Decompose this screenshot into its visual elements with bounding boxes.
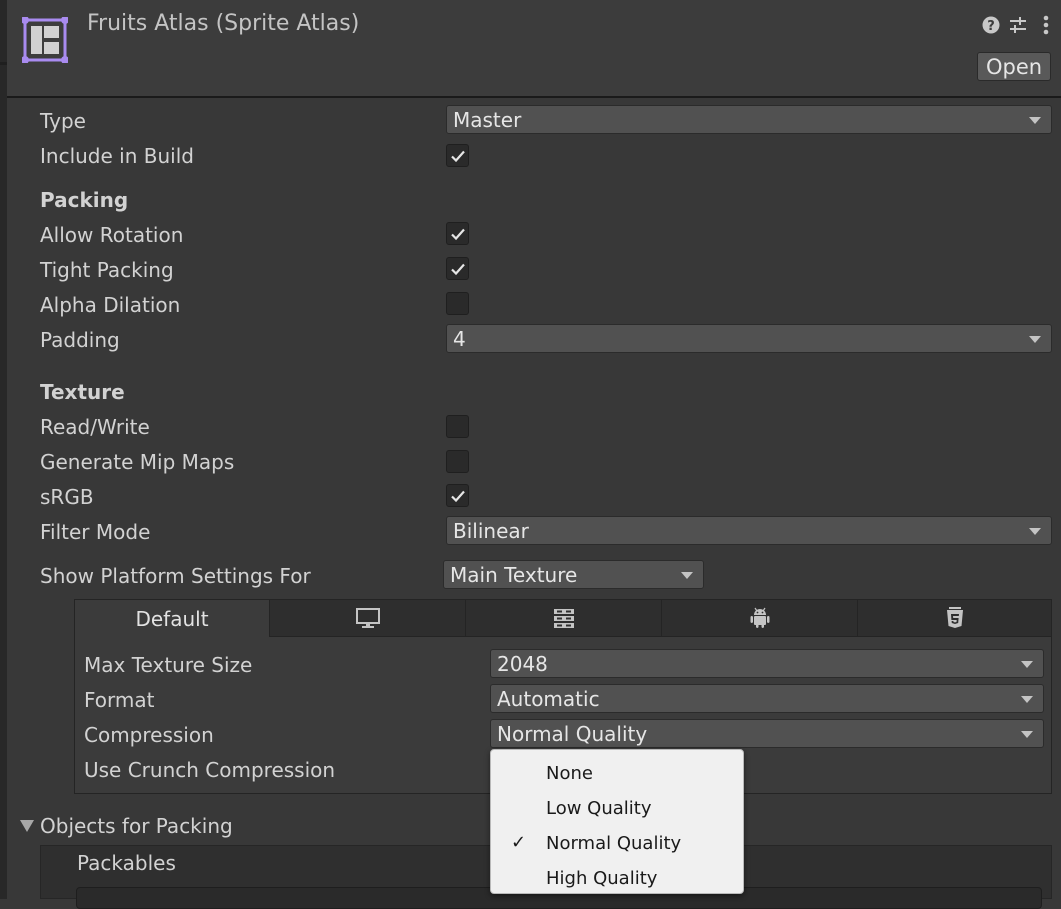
format-value: Automatic: [497, 686, 600, 711]
type-value: Master: [453, 107, 522, 132]
show-platform-settings-label: Show Platform Settings For: [40, 564, 311, 588]
read-write-checkbox[interactable]: [446, 415, 469, 438]
max-texture-size-label: Max Texture Size: [84, 653, 253, 677]
chevron-down-icon: [681, 571, 693, 579]
texture-heading: Texture: [40, 380, 125, 404]
more-vert-icon[interactable]: [1035, 14, 1057, 36]
checkmark-icon: [450, 263, 465, 275]
monitor-icon: [355, 608, 380, 628]
chevron-down-icon: [1021, 730, 1033, 738]
checkmark-icon: ✓: [511, 832, 527, 853]
asset-title: Fruits Atlas (Sprite Atlas): [87, 11, 360, 36]
compression-dropdown[interactable]: Normal Quality: [490, 719, 1044, 748]
type-dropdown[interactable]: Master: [446, 105, 1052, 134]
tab-server[interactable]: [466, 600, 662, 636]
tab-android[interactable]: [662, 600, 858, 636]
sprite-atlas-icon: [22, 17, 68, 63]
tight-packing-label: Tight Packing: [40, 258, 174, 282]
filter-mode-value: Bilinear: [453, 518, 529, 543]
popup-option-high-quality[interactable]: High Quality: [491, 860, 743, 895]
chevron-down-icon: [1021, 660, 1033, 668]
tab-default-label: Default: [135, 606, 209, 631]
svg-text:?: ?: [987, 19, 995, 34]
platform-settings-value: Main Texture: [450, 562, 578, 587]
padding-value: 4: [453, 326, 466, 351]
tight-packing-checkbox[interactable]: [446, 257, 469, 280]
include-in-build-label: Include in Build: [40, 144, 194, 168]
open-button[interactable]: Open: [977, 52, 1051, 81]
max-texture-size-value: 2048: [497, 651, 548, 676]
checkmark-icon: [450, 490, 465, 502]
max-texture-size-dropdown[interactable]: 2048: [490, 649, 1044, 678]
popup-option-low-quality[interactable]: Low Quality: [491, 790, 743, 825]
checkmark-icon: [450, 150, 465, 162]
generate-mip-maps-label: Generate Mip Maps: [40, 450, 235, 474]
generate-mip-maps-checkbox[interactable]: [446, 450, 469, 473]
filter-mode-label: Filter Mode: [40, 520, 151, 544]
packables-label: Packables: [77, 851, 176, 875]
compression-popup-menu: None Low Quality ✓ Normal Quality High Q…: [490, 749, 744, 894]
padding-dropdown[interactable]: 4: [446, 324, 1052, 353]
left-edge-strip: [0, 0, 7, 899]
checkmark-icon: [450, 228, 465, 240]
include-in-build-checkbox[interactable]: [446, 144, 469, 167]
srgb-label: sRGB: [40, 485, 94, 509]
allow-rotation-label: Allow Rotation: [40, 223, 184, 247]
format-label: Format: [84, 688, 155, 712]
alpha-dilation-label: Alpha Dilation: [40, 293, 181, 317]
platform-settings-dropdown[interactable]: Main Texture: [443, 560, 704, 589]
objects-for-packing-foldout[interactable]: Objects for Packing: [40, 814, 233, 838]
compression-label: Compression: [84, 723, 214, 747]
padding-label: Padding: [40, 328, 120, 352]
popup-option-normal-quality[interactable]: ✓ Normal Quality: [491, 825, 743, 860]
packing-heading: Packing: [40, 188, 129, 212]
tab-standalone[interactable]: [270, 600, 466, 636]
use-crunch-compression-label: Use Crunch Compression: [84, 758, 336, 782]
chevron-down-icon: [1021, 695, 1033, 703]
compression-value: Normal Quality: [497, 721, 648, 746]
filter-mode-dropdown[interactable]: Bilinear: [446, 516, 1052, 545]
popup-option-none[interactable]: None: [491, 755, 743, 790]
chevron-down-icon: [1029, 335, 1041, 343]
allow-rotation-checkbox[interactable]: [446, 222, 469, 245]
srgb-checkbox[interactable]: [446, 484, 469, 507]
tab-webgl[interactable]: [858, 600, 1051, 636]
server-icon: [553, 609, 574, 628]
header-divider: [7, 96, 1061, 98]
html5-icon: [946, 607, 963, 628]
help-icon[interactable]: ?: [980, 14, 1002, 36]
read-write-label: Read/Write: [40, 415, 150, 439]
settings-sliders-icon[interactable]: [1007, 14, 1029, 36]
format-dropdown[interactable]: Automatic: [490, 684, 1044, 713]
android-icon: [750, 607, 769, 628]
chevron-down-icon: [1029, 527, 1041, 535]
alpha-dilation-checkbox[interactable]: [446, 292, 469, 315]
type-label: Type: [40, 109, 86, 133]
chevron-down-icon: [1029, 116, 1041, 124]
foldout-arrow-icon[interactable]: [20, 820, 34, 832]
tab-default[interactable]: Default: [75, 600, 270, 637]
